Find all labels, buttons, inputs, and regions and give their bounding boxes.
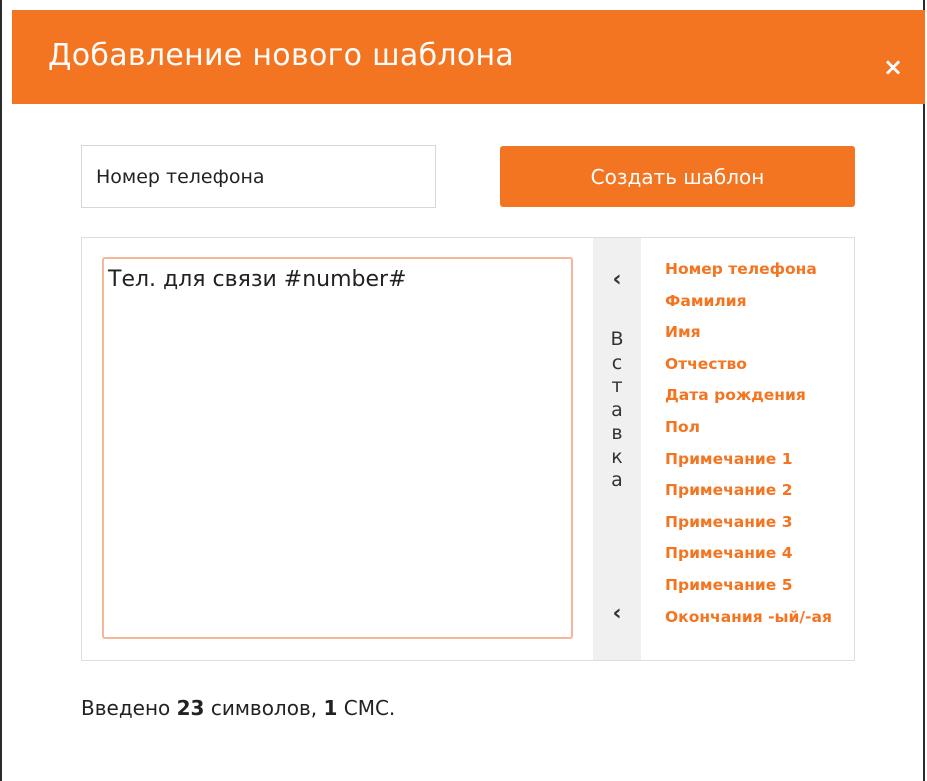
create-template-button[interactable]: Создать шаблон: [500, 146, 855, 207]
variable-note-5[interactable]: Примечание 5: [665, 574, 832, 606]
variable-birthdate[interactable]: Дата рождения: [665, 384, 832, 416]
insert-letter: т: [611, 375, 623, 397]
insert-vertical-label: В с т а в к а: [593, 328, 641, 493]
dialog-header: Добавление нового шаблона ×: [12, 10, 925, 104]
variable-note-4[interactable]: Примечание 4: [665, 542, 832, 574]
char-count: 23: [176, 696, 205, 720]
variable-list: Номер телефона Фамилия Имя Отчество Дата…: [665, 258, 832, 637]
insert-letter: В: [610, 328, 624, 350]
counter-sms-word: СМС.: [343, 696, 396, 720]
variable-endings[interactable]: Окончания -ый/-ая: [665, 606, 832, 638]
variable-surname[interactable]: Фамилия: [665, 290, 832, 322]
top-strip: [2, 0, 923, 10]
template-text-area[interactable]: Тел. для связи #number#: [102, 257, 573, 639]
close-icon[interactable]: ×: [878, 52, 908, 82]
insert-toggle[interactable]: ‹ В с т а в к а ‹: [593, 238, 641, 660]
chevron-left-icon[interactable]: ‹: [593, 601, 641, 626]
dialog-title: Добавление нового шаблона: [48, 38, 515, 73]
insert-letter: к: [611, 445, 623, 468]
variable-patronymic[interactable]: Отчество: [665, 353, 832, 385]
chevron-left-icon[interactable]: ‹: [593, 267, 641, 292]
counter-chars-word: символов,: [210, 696, 318, 720]
variable-name[interactable]: Имя: [665, 321, 832, 353]
variable-phone[interactable]: Номер телефона: [665, 258, 832, 290]
insert-letter: с: [611, 351, 623, 374]
variable-gender[interactable]: Пол: [665, 416, 832, 448]
template-name-input[interactable]: [81, 145, 436, 208]
insert-letter: а: [611, 398, 623, 421]
variable-note-3[interactable]: Примечание 3: [665, 511, 832, 543]
character-counter: Введено 23 символов, 1 СМС.: [81, 696, 395, 720]
variable-note-2[interactable]: Примечание 2: [665, 479, 832, 511]
insert-letter: в: [611, 422, 623, 444]
insert-letter: а: [611, 469, 623, 491]
variable-note-1[interactable]: Примечание 1: [665, 448, 832, 480]
sms-count: 1: [323, 696, 338, 720]
counter-prefix: Введено: [81, 696, 171, 720]
